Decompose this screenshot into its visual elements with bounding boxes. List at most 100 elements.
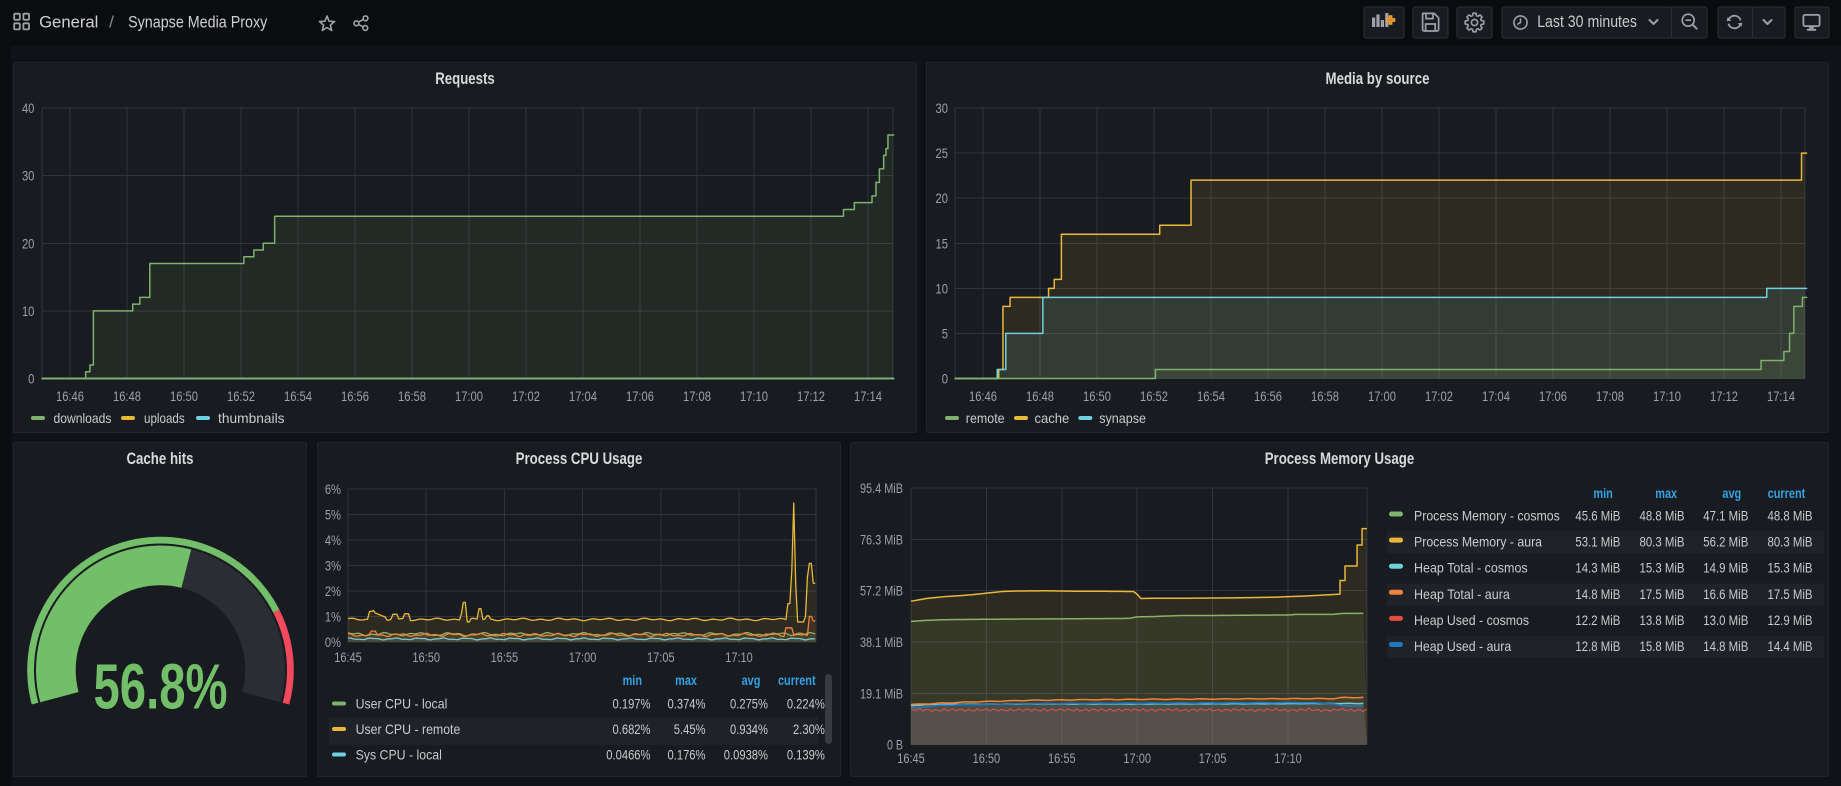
svg-text:16:46: 16:46: [969, 388, 997, 404]
svg-text:30: 30: [22, 168, 35, 184]
svg-text:16:55: 16:55: [1048, 750, 1076, 766]
svg-text:0.0938%: 0.0938%: [724, 747, 768, 763]
svg-text:16:48: 16:48: [113, 388, 141, 404]
svg-text:current: current: [778, 672, 816, 688]
svg-text:56.8%: 56.8%: [94, 651, 228, 723]
svg-text:16:58: 16:58: [398, 388, 426, 404]
svg-text:max: max: [675, 672, 697, 688]
svg-text:17:05: 17:05: [1199, 750, 1227, 766]
svg-text:10: 10: [936, 280, 949, 296]
svg-text:16:45: 16:45: [334, 649, 362, 665]
svg-text:16:50: 16:50: [973, 750, 1001, 766]
svg-text:17:06: 17:06: [1539, 388, 1567, 404]
svg-text:17:02: 17:02: [512, 388, 540, 404]
svg-text:0: 0: [28, 371, 34, 387]
svg-text:17:00: 17:00: [455, 388, 483, 404]
svg-text:17:08: 17:08: [683, 388, 711, 404]
svg-text:17:00: 17:00: [1368, 388, 1396, 404]
svg-text:thumbnails: thumbnails: [218, 410, 285, 426]
svg-text:80.3 MiB: 80.3 MiB: [1768, 534, 1813, 550]
svg-text:16:55: 16:55: [491, 649, 519, 665]
svg-text:25: 25: [936, 145, 949, 161]
svg-text:17:04: 17:04: [1482, 388, 1510, 404]
svg-text:20: 20: [22, 235, 35, 251]
svg-text:16:56: 16:56: [1254, 388, 1282, 404]
svg-text:12.9 MiB: 12.9 MiB: [1768, 612, 1813, 628]
svg-text:Last 30 minutes: Last 30 minutes: [1537, 12, 1637, 31]
svg-text:0.197%: 0.197%: [613, 696, 651, 712]
svg-text:uploads: uploads: [144, 410, 185, 426]
svg-text:1%: 1%: [325, 608, 341, 624]
svg-text:16:54: 16:54: [284, 388, 312, 404]
svg-text:17.5 MiB: 17.5 MiB: [1768, 586, 1813, 602]
svg-text:12.2 MiB: 12.2 MiB: [1575, 612, 1620, 628]
svg-text:16:50: 16:50: [412, 649, 440, 665]
svg-text:17:10: 17:10: [1653, 388, 1681, 404]
svg-text:0%: 0%: [325, 634, 341, 650]
svg-text:57.2 MiB: 57.2 MiB: [860, 583, 903, 599]
svg-text:5.45%: 5.45%: [674, 721, 706, 737]
svg-text:15: 15: [936, 235, 949, 251]
svg-text:48.8 MiB: 48.8 MiB: [1640, 508, 1685, 524]
svg-text:17:12: 17:12: [1710, 388, 1738, 404]
svg-text:14.8 MiB: 14.8 MiB: [1575, 586, 1620, 602]
svg-text:0.682%: 0.682%: [613, 721, 651, 737]
svg-text:Heap Used - aura: Heap Used - aura: [1414, 638, 1511, 654]
svg-text:5: 5: [942, 325, 948, 341]
svg-text:13.0 MiB: 13.0 MiB: [1703, 612, 1748, 628]
svg-text:19.1 MiB: 19.1 MiB: [860, 685, 903, 701]
svg-text:12.8 MiB: 12.8 MiB: [1575, 638, 1620, 654]
svg-text:80.3 MiB: 80.3 MiB: [1640, 534, 1685, 550]
svg-text:76.3 MiB: 76.3 MiB: [860, 531, 903, 547]
svg-text:14.3 MiB: 14.3 MiB: [1575, 560, 1620, 576]
svg-text:avg: avg: [1722, 485, 1741, 501]
svg-text:16:58: 16:58: [1311, 388, 1339, 404]
svg-text:40: 40: [22, 100, 35, 116]
svg-text:17:10: 17:10: [725, 649, 753, 665]
svg-text:17:14: 17:14: [1767, 388, 1795, 404]
svg-text:38.1 MiB: 38.1 MiB: [860, 634, 903, 650]
svg-text:20: 20: [936, 190, 949, 206]
svg-text:/: /: [109, 13, 114, 32]
svg-text:3%: 3%: [325, 557, 341, 573]
svg-text:16:52: 16:52: [227, 388, 255, 404]
svg-text:Process Memory - cosmos: Process Memory - cosmos: [1414, 508, 1560, 524]
svg-text:0.176%: 0.176%: [668, 747, 706, 763]
svg-text:17:10: 17:10: [740, 388, 768, 404]
svg-text:17:00: 17:00: [1123, 750, 1151, 766]
svg-text:User CPU - remote: User CPU - remote: [356, 721, 461, 737]
svg-text:17:10: 17:10: [1274, 750, 1302, 766]
svg-text:10: 10: [22, 303, 35, 319]
svg-text:17:06: 17:06: [626, 388, 654, 404]
svg-text:16:50: 16:50: [170, 388, 198, 404]
svg-text:53.1 MiB: 53.1 MiB: [1575, 534, 1620, 550]
svg-text:16:56: 16:56: [341, 388, 369, 404]
svg-text:max: max: [1655, 485, 1677, 501]
svg-text:Heap Used - cosmos: Heap Used - cosmos: [1414, 612, 1529, 628]
svg-text:0.139%: 0.139%: [787, 747, 825, 763]
svg-text:47.1 MiB: 47.1 MiB: [1703, 508, 1748, 524]
svg-text:17:05: 17:05: [647, 649, 675, 665]
svg-text:2.30%: 2.30%: [793, 721, 825, 737]
svg-text:17:00: 17:00: [569, 649, 597, 665]
svg-text:16:45: 16:45: [897, 750, 925, 766]
svg-text:avg: avg: [742, 672, 761, 688]
svg-text:16:46: 16:46: [56, 388, 84, 404]
svg-text:14.9 MiB: 14.9 MiB: [1703, 560, 1748, 576]
svg-text:16:54: 16:54: [1197, 388, 1225, 404]
svg-text:15.3 MiB: 15.3 MiB: [1640, 560, 1685, 576]
svg-text:cache: cache: [1035, 410, 1070, 426]
svg-text:0.374%: 0.374%: [668, 696, 706, 712]
svg-text:45.6 MiB: 45.6 MiB: [1575, 508, 1620, 524]
svg-text:0.934%: 0.934%: [730, 721, 768, 737]
svg-text:17.5 MiB: 17.5 MiB: [1640, 586, 1685, 602]
svg-text:17:02: 17:02: [1425, 388, 1453, 404]
svg-text:14.8 MiB: 14.8 MiB: [1703, 638, 1748, 654]
svg-text:current: current: [1768, 485, 1806, 501]
svg-text:min: min: [1593, 485, 1612, 501]
svg-text:Heap Total - aura: Heap Total - aura: [1414, 586, 1510, 602]
svg-text:2%: 2%: [325, 583, 341, 599]
svg-text:16:52: 16:52: [1140, 388, 1168, 404]
svg-text:0.275%: 0.275%: [730, 696, 768, 712]
svg-text:48.8 MiB: 48.8 MiB: [1768, 508, 1813, 524]
